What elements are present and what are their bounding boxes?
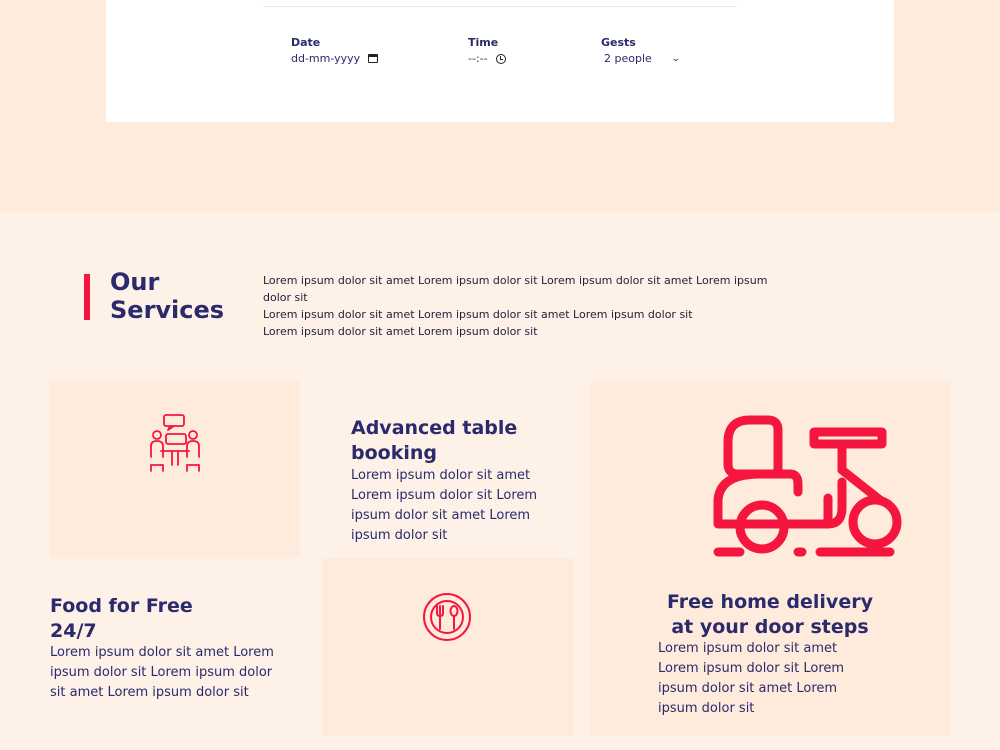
delivery-scooter-icon <box>710 412 910 562</box>
service-title-advanced-booking: Advanced table booking <box>351 416 571 466</box>
guests-label: Gests <box>601 36 636 49</box>
guests-select[interactable]: 2 people ⌄ <box>601 52 681 65</box>
service-title-line2: booking <box>351 442 437 464</box>
plate-cutlery-icon <box>422 592 472 642</box>
section-title: Our Services <box>110 268 224 324</box>
section-description: Lorem ipsum dolor sit amet Lorem ipsum d… <box>263 272 783 340</box>
section-accent-bar <box>84 274 90 320</box>
clock-icon[interactable] <box>495 53 506 64</box>
service-title-line2: 24/7 <box>50 620 97 642</box>
date-field[interactable]: Date dd-mm-yyyy <box>291 36 379 65</box>
meeting-table-icon <box>148 413 202 473</box>
time-field[interactable]: Time --:-- <box>468 36 506 65</box>
date-label: Date <box>291 36 321 49</box>
section-title-line2: Services <box>110 296 225 324</box>
service-title-line1: Food for Free <box>50 595 193 617</box>
date-input[interactable]: dd-mm-yyyy <box>291 52 379 65</box>
booking-input-edge <box>263 0 737 7</box>
section-description-line2: Lorem ipsum dolor sit amet Lorem ipsum d… <box>263 308 693 321</box>
time-input[interactable]: --:-- <box>468 52 506 65</box>
chevron-down-icon[interactable]: ⌄ <box>671 54 681 64</box>
calendar-icon[interactable] <box>368 54 379 63</box>
service-title-line2: at your door steps <box>671 616 869 638</box>
service-title-food-free: Food for Free 24/7 <box>50 594 210 644</box>
service-title-home-delivery: Free home delivery at your door steps <box>640 590 900 640</box>
section-title-line1: Our <box>110 268 160 296</box>
guests-value: 2 people <box>604 52 652 65</box>
time-label: Time <box>468 36 499 49</box>
guests-field[interactable]: Gests 2 people ⌄ <box>601 36 681 65</box>
service-tile-food <box>323 558 573 736</box>
service-text-home-delivery: Lorem ipsum dolor sit amet Lorem ipsum d… <box>658 641 845 716</box>
service-title-line1: Free home delivery <box>667 591 873 613</box>
service-text-food-free: Lorem ipsum dolor sit amet Lorem ipsum d… <box>50 645 274 700</box>
service-text-advanced-booking: Lorem ipsum dolor sit amet Lorem ipsum d… <box>351 468 538 543</box>
service-title-line1: Advanced table <box>351 417 518 439</box>
date-value: dd-mm-yyyy <box>291 52 361 65</box>
section-description-line3: Lorem ipsum dolor sit amet Lorem ipsum d… <box>263 325 538 338</box>
section-description-line1: Lorem ipsum dolor sit amet Lorem ipsum d… <box>263 274 768 304</box>
time-value: --:-- <box>468 52 488 65</box>
